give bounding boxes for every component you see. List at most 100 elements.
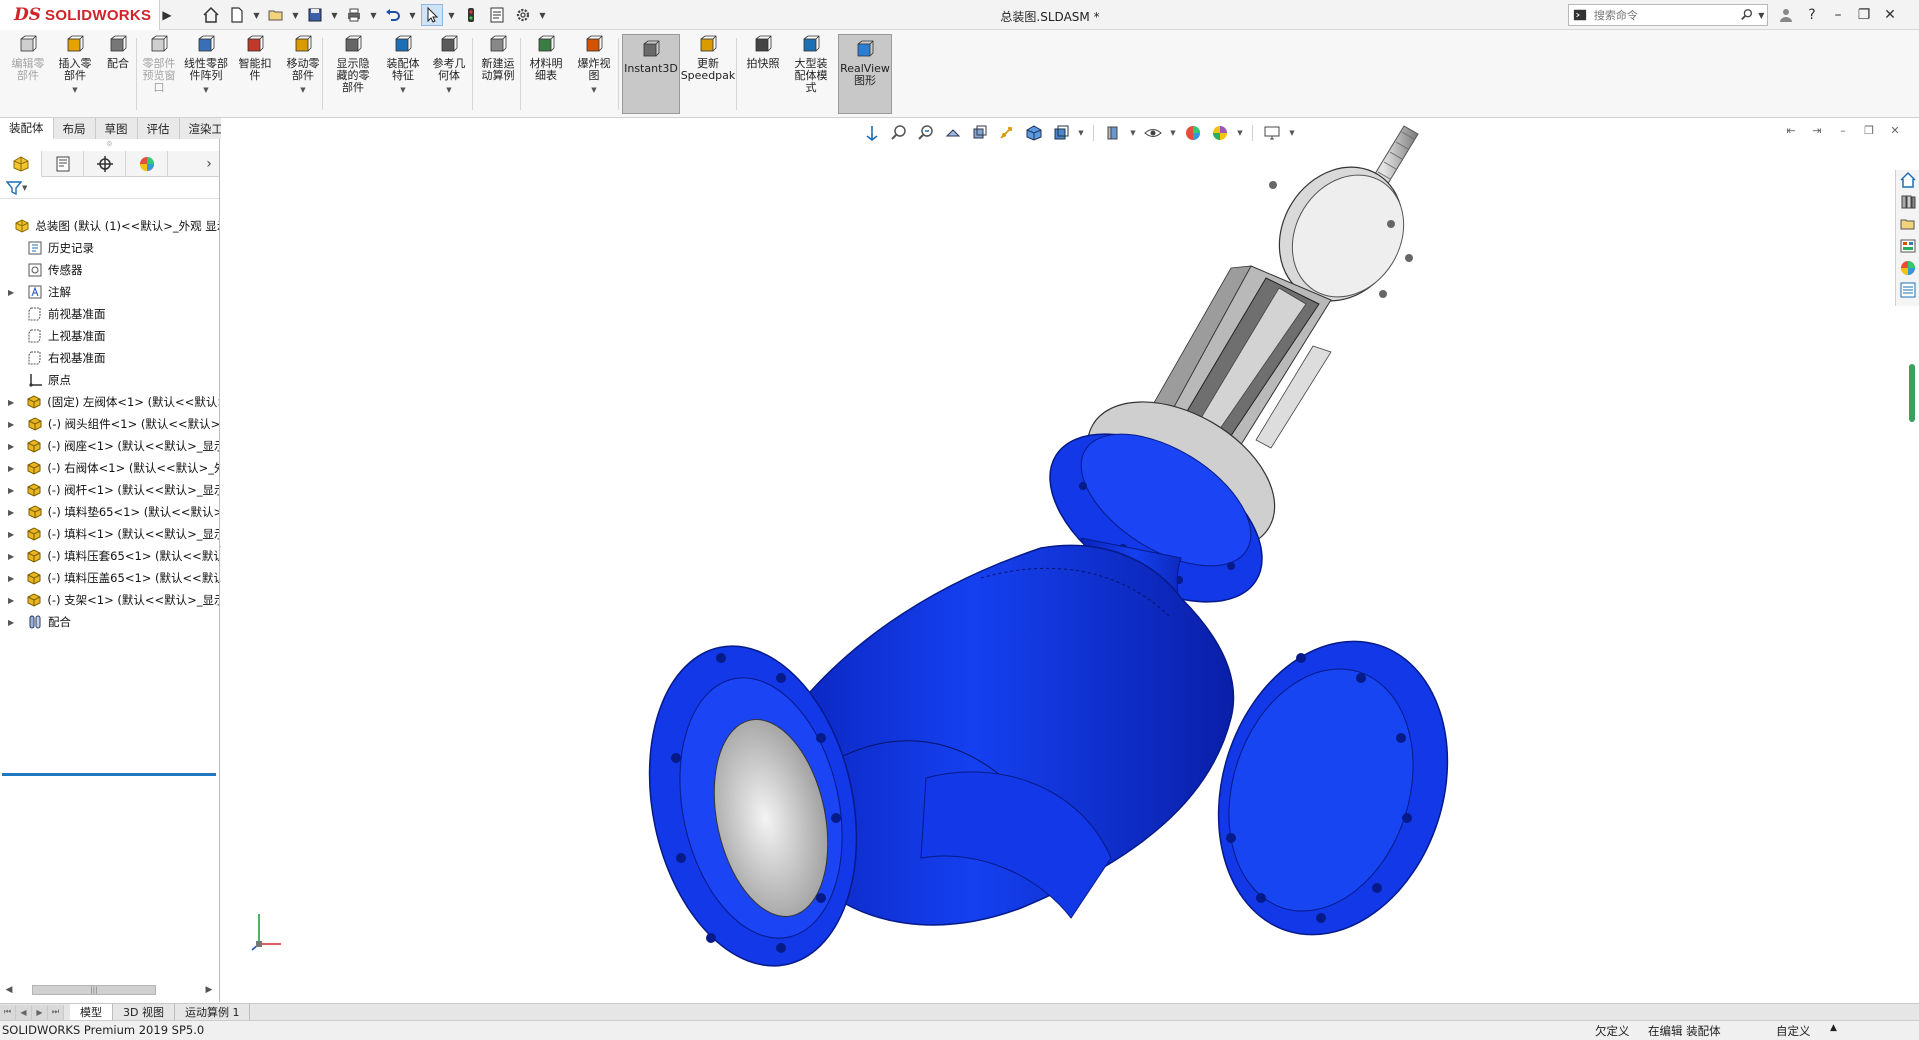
save-icon[interactable] [304,4,326,26]
model-tab-2[interactable]: 运动算例 1 [174,1004,251,1020]
search-icon[interactable] [1739,6,1756,24]
prev-tab-icon[interactable]: ◀ [16,1004,32,1020]
first-tab-icon[interactable]: ⏮ [0,1004,16,1020]
tree-node[interactable]: 上视基准面 [0,325,219,347]
component-preview-button[interactable]: 零部件 预览窗 口 [140,34,178,114]
units-status[interactable]: 自定义 [1776,1023,1811,1039]
minimize-window-icon[interactable]: – [1828,4,1848,26]
last-tab-icon[interactable]: ⏭ [48,1004,64,1020]
expand-arrow-icon[interactable]: ▶ [2,552,25,561]
cm-tab-3[interactable]: 评估 [137,118,180,139]
model-tab-0[interactable]: 模型 [70,1004,113,1020]
solidworks-logo[interactable]: DS SOLIDWORKS [0,0,160,30]
instant3d-button[interactable]: Instant3D [622,34,680,114]
rollback-bar[interactable] [2,773,216,776]
new-motion-study-button[interactable]: 新建运 动算例 [476,34,520,114]
expand-arrow-icon[interactable]: ▶ [2,288,26,297]
save-dropdown-icon[interactable]: ▼ [330,4,339,26]
expand-arrow-icon[interactable]: ▶ [2,442,25,451]
select-pointer-icon[interactable] [421,4,443,26]
tree-node[interactable]: 总装图 (默认 (1)<<默认>_外观 显示 [0,215,219,237]
tree-node[interactable]: 历史记录 [0,237,219,259]
tree-node[interactable]: ▶ (固定) 左阀体<1> (默认<<默认> [0,391,219,413]
model-tab-1[interactable]: 3D 视图 [113,1004,175,1020]
tree-node[interactable]: ▶ (-) 阀杆<1> (默认<<默认>_显示 [0,479,219,501]
propertymanager-tab-icon[interactable] [42,150,84,177]
tree-node[interactable]: 右视基准面 [0,347,219,369]
next-tab-icon[interactable]: ▶ [32,1004,48,1020]
reference-geometry-dropdown-icon[interactable]: ▼ [446,84,451,96]
print-dropdown-icon[interactable]: ▼ [369,4,378,26]
insert-component-dropdown-icon[interactable]: ▼ [72,84,77,96]
tree-node[interactable]: ▶ 注解 [0,281,219,303]
configurationmanager-tab-icon[interactable] [84,150,126,177]
print-icon[interactable] [343,4,365,26]
exploded-view-button[interactable]: 爆炸视 图 ▼ [572,34,616,114]
menu-flyout-arrow-icon[interactable]: ▶ [160,0,174,30]
more-tabs-chevron-icon[interactable]: › [199,156,219,172]
assembly-features-button[interactable]: 装配体 特征 ▼ [382,34,424,114]
valve-assembly-model[interactable] [221,118,1919,1002]
cm-tab-2[interactable]: 草图 [95,118,138,139]
tree-node[interactable]: ▶ (-) 阀头组件<1> (默认<<默认> [0,413,219,435]
tree-node[interactable]: ▶ (-) 右阀体<1> (默认<<默认>_外 [0,457,219,479]
tree-horizontal-scrollbar[interactable]: ◀ ||| ▶ [2,982,216,998]
new-document-icon[interactable] [226,4,248,26]
command-search[interactable]: ▼ [1568,4,1768,26]
close-window-icon[interactable]: ✕ [1880,4,1900,26]
options-dropdown-icon[interactable]: ▼ [538,4,547,26]
tree-node[interactable]: ▶ (-) 填料垫65<1> (默认<<默认> [0,501,219,523]
tree-node[interactable]: 前视基准面 [0,303,219,325]
linear-pattern-dropdown-icon[interactable]: ▼ [203,84,208,96]
select-dropdown-icon[interactable]: ▼ [447,4,456,26]
graphics-area[interactable]: ▼ ▼ ▼ ▼ ▼ ⇤ ⇥ – ❐ ✕ [221,118,1919,1002]
tree-node[interactable]: 原点 [0,369,219,391]
reference-geometry-button[interactable]: 参考几 何体 ▼ [428,34,470,114]
tree-filter[interactable]: ▼ [0,177,219,199]
appearance-manager-tab-icon[interactable] [126,150,168,177]
units-arrow-icon[interactable]: ▲ [1830,1023,1837,1033]
featuremanager-tab-icon[interactable] [0,150,42,177]
open-dropdown-icon[interactable]: ▼ [291,4,300,26]
tree-node[interactable]: ▶ 配合 [0,611,219,633]
filter-dropdown-icon[interactable]: ▼ [22,184,27,192]
rebuild-traffic-light-icon[interactable] [460,4,482,26]
file-properties-icon[interactable] [486,4,508,26]
expand-arrow-icon[interactable]: ▶ [2,398,25,407]
open-folder-icon[interactable] [265,4,287,26]
move-component-button[interactable]: 移动零 部件 ▼ [280,34,326,114]
restore-window-icon[interactable]: ❐ [1854,4,1874,26]
undo-dropdown-icon[interactable]: ▼ [408,4,417,26]
expand-arrow-icon[interactable]: ▶ [2,420,26,429]
scroll-left-icon[interactable]: ◀ [2,985,16,995]
bill-of-materials-button[interactable]: 材料明 细表 [526,34,566,114]
large-assembly-mode-button[interactable]: 大型装 配体模 式 [790,34,832,114]
realview-button[interactable]: RealView 图形 [838,34,892,114]
tree-node[interactable]: 传感器 [0,259,219,281]
expand-arrow-icon[interactable]: ▶ [2,464,25,473]
expand-arrow-icon[interactable]: ▶ [2,508,26,517]
expand-arrow-icon[interactable]: ▶ [2,596,25,605]
home-icon[interactable] [200,4,222,26]
user-account-icon[interactable] [1776,4,1796,26]
cm-tab-0[interactable]: 装配体 [0,118,54,139]
show-hidden-button[interactable]: 显示隐 藏的零 部件 [330,34,376,114]
exploded-view-dropdown-icon[interactable]: ▼ [591,84,596,96]
linear-pattern-button[interactable]: 线性零部 件阵列 ▼ [180,34,232,114]
panel-grip[interactable]: ⌾ [0,139,219,151]
undo-icon[interactable] [382,4,404,26]
move-component-dropdown-icon[interactable]: ▼ [300,84,305,96]
mate-button[interactable]: 配合 [100,34,136,114]
help-icon[interactable]: ? [1802,4,1822,26]
options-gear-icon[interactable] [512,4,534,26]
take-snapshot-button[interactable]: 拍快照 [742,34,784,114]
insert-component-button[interactable]: 插入零 部件 ▼ [54,34,96,114]
tree-node[interactable]: ▶ (-) 阀座<1> (默认<<默认>_显示 [0,435,219,457]
search-input[interactable] [1588,8,1739,22]
scroll-right-icon[interactable]: ▶ [202,985,216,995]
expand-arrow-icon[interactable]: ▶ [2,618,26,627]
cm-tab-1[interactable]: 布局 [53,118,96,139]
smart-fasteners-button[interactable]: 智能扣 件 [234,34,276,114]
update-speedpak-button[interactable]: 更新 Speedpak [680,34,736,114]
assembly-features-dropdown-icon[interactable]: ▼ [400,84,405,96]
